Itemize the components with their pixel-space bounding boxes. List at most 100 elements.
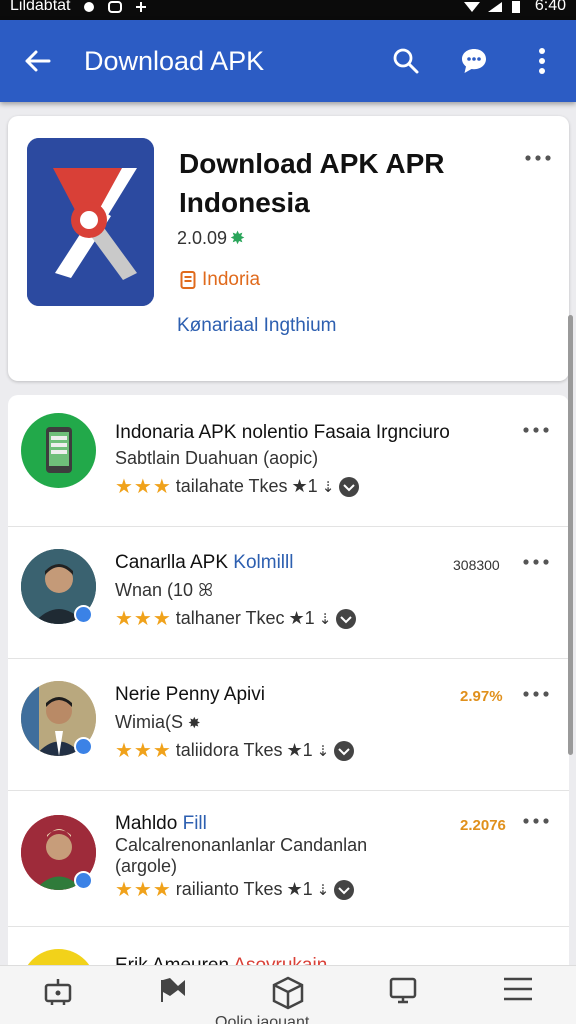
verified-icon: ✸	[230, 228, 246, 248]
item-title-highlight: Kolmilll	[233, 552, 294, 573]
chat-icon	[462, 49, 486, 73]
rating-stars: ★★★	[115, 476, 172, 498]
verified-badge	[74, 871, 93, 890]
share-icon: ⇣	[316, 742, 330, 760]
nav-flag[interactable]	[115, 966, 230, 1024]
app-title: Download APK APR Indonesia	[179, 148, 445, 218]
list-item[interactable]: Canarlla APK Kolmilll Wnan (10 ꕤ ★★★ tal…	[8, 527, 569, 659]
item-title: Mahldo Fill	[115, 813, 207, 835]
share-icon: ⇣	[321, 478, 335, 496]
item-subtitle-text: Wnan (10	[115, 580, 194, 600]
list-item[interactable]: Mahldo Fill Calcalrenonanlanlar Candanla…	[8, 791, 569, 927]
rating-count: ★1	[288, 608, 315, 628]
avatar	[21, 413, 96, 488]
item-rating: ★★★ talhaner Tkec ★1 ⇣	[115, 606, 357, 631]
rating-text: talhaner Tkec	[175, 608, 285, 628]
search-icon	[393, 48, 419, 74]
item-subtitle-text: Wimia(S	[115, 712, 183, 732]
download-badge-icon	[334, 740, 355, 761]
item-subtitle: Calcalrenonanlanlar Candanlan	[115, 835, 368, 855]
more-horiz-icon	[525, 155, 551, 161]
app-list: Indonaria APK nolentio Fasaia Irgnciuro …	[8, 395, 569, 995]
flag-icon	[160, 978, 185, 1002]
more-horiz-icon	[523, 559, 549, 565]
more-horiz-icon	[523, 427, 549, 433]
rating-text: railianto Tkes	[175, 879, 283, 899]
rating-stars: ★★★	[115, 879, 172, 901]
more-horiz-icon	[523, 818, 549, 824]
app-bar-title: Download APK	[84, 45, 265, 76]
robot-icon	[44, 979, 71, 1005]
item-rating: ★★★ taliidora Tkes ★1 ⇣	[115, 738, 355, 763]
item-more-button[interactable]	[518, 811, 554, 831]
share-icon: ⇣	[316, 881, 330, 899]
rating-stars: ★★★	[115, 740, 172, 762]
item-percent: 2.97%	[460, 688, 503, 705]
search-button[interactable]	[372, 20, 440, 102]
wifi-icon	[463, 0, 480, 12]
item-title: Indonaria APK nolentio Fasaia Irgnciuro	[115, 422, 450, 443]
rating-count: ★1	[286, 879, 313, 899]
sparkle-icon: ✸	[188, 715, 201, 732]
nav-robot[interactable]	[0, 966, 115, 1024]
bottom-nav-label: Oolio jaouant	[215, 1014, 310, 1024]
item-more-button[interactable]	[518, 684, 554, 704]
chat-button[interactable]	[440, 20, 508, 102]
app-link[interactable]: Kønariaal Ingthium	[177, 315, 336, 337]
phone-app-icon	[46, 427, 72, 473]
scrollbar[interactable]	[568, 315, 573, 755]
verified-badge	[74, 737, 93, 756]
back-button[interactable]	[0, 20, 74, 102]
app-icon	[27, 138, 154, 306]
rating-text: taliidora Tkes	[175, 740, 283, 760]
list-item[interactable]: Nerie Penny Apivi Wimia(S ✸ ★★★ taliidor…	[8, 659, 569, 791]
version-text: 2.0.09	[177, 228, 228, 248]
monitor-icon	[389, 977, 417, 1004]
header-more-button[interactable]	[518, 146, 558, 170]
item-title: Nerie Penny Apivi	[115, 684, 265, 705]
nav-menu[interactable]	[461, 966, 576, 1024]
app-bar: Download APK	[0, 20, 576, 102]
more-options-button[interactable]	[508, 20, 576, 102]
item-title-highlight: Fill	[182, 813, 207, 834]
menu-icon	[504, 977, 533, 1001]
item-title-text: Mahldo	[115, 813, 178, 834]
rating-count: ★1	[286, 740, 313, 760]
status-time: 6:40	[534, 0, 566, 14]
download-badge-icon	[339, 476, 360, 497]
more-horiz-icon	[523, 691, 549, 697]
ghost-icon: ꕤ	[198, 580, 214, 600]
app-version: 2.0.09 ✸	[177, 228, 245, 249]
item-subtitle-2: (argole)	[115, 856, 178, 876]
item-subtitle: Wnan (10 ꕤ	[115, 580, 213, 601]
rating-stars: ★★★	[115, 608, 172, 630]
rating-count: ★1	[291, 476, 318, 496]
share-icon: ⇣	[318, 610, 332, 628]
more-vert-icon	[539, 48, 545, 74]
item-subtitle: Wimia(S ✸	[115, 712, 201, 733]
developer-icon	[180, 271, 196, 289]
item-title: Canarlla APK Kolmilll	[115, 552, 293, 574]
item-rating: ★★★ railianto Tkes ★1 ⇣	[115, 877, 355, 902]
item-title-text: Canarlla APK	[115, 552, 229, 573]
item-more-button[interactable]	[518, 552, 554, 572]
camera-notification-icon	[107, 0, 123, 13]
item-percent: 2.2076	[460, 817, 506, 834]
verified-badge	[74, 605, 93, 624]
notification-icon	[81, 0, 97, 12]
signal-icon	[487, 0, 503, 12]
item-count: 308300	[453, 557, 500, 573]
item-rating: ★★★ tailahate Tkes ★1 ⇣	[115, 474, 360, 499]
app-logo-icon	[27, 138, 154, 306]
nav-monitor[interactable]	[346, 966, 461, 1024]
list-item[interactable]: Indonaria APK nolentio Fasaia Irgnciuro …	[8, 395, 569, 527]
developer-row[interactable]: Indoria	[180, 269, 260, 291]
plus-notification-icon	[133, 0, 149, 12]
item-more-button[interactable]	[518, 420, 554, 440]
download-badge-icon	[336, 608, 357, 629]
status-carrier-text: Lildabtat	[10, 0, 71, 14]
app-header-card[interactable]: Download APK APR Indonesia 2.0.09 ✸ Indo…	[8, 116, 569, 381]
rating-text: tailahate Tkes	[175, 476, 288, 496]
item-subtitle: Sabtlain Duahuan (aopic)	[115, 448, 319, 468]
battery-icon	[511, 0, 527, 13]
